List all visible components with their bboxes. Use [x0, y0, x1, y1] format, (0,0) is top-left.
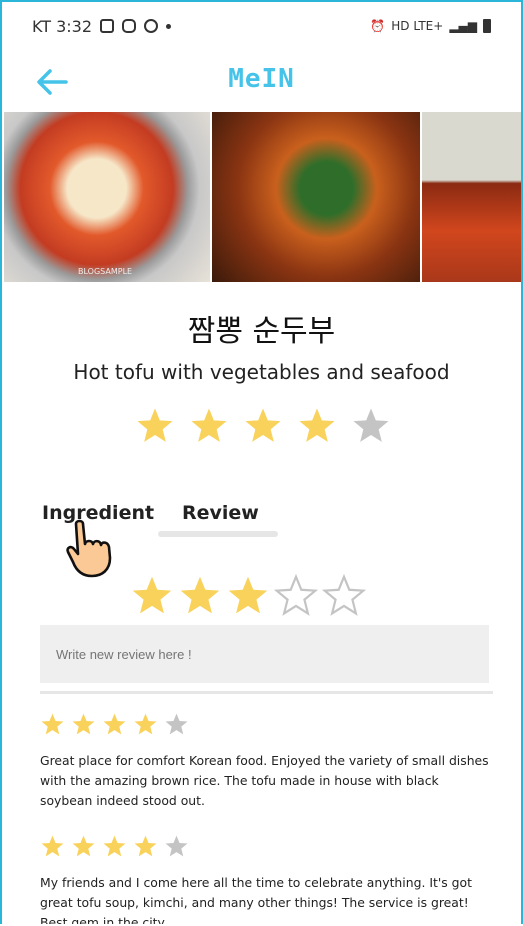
- network-indicator: HD LTE+: [391, 19, 444, 33]
- dish-photo-gallery[interactable]: BLOGSAMPLE: [4, 112, 521, 282]
- star-filled-icon: [103, 835, 126, 857]
- chat-notification-icon: [144, 19, 159, 33]
- dish-photo-3[interactable]: [422, 112, 521, 282]
- dish-description: Hot tofu with vegetables and seafood: [73, 360, 450, 384]
- star-filled-icon: [41, 713, 64, 735]
- signal-icon: ▂▄▆: [449, 19, 477, 33]
- star-empty-icon: [353, 408, 389, 442]
- star-filled-icon: [245, 408, 281, 442]
- star-filled-icon: [134, 835, 157, 857]
- app-title: MeIN: [228, 64, 295, 94]
- star-filled-icon[interactable]: [226, 574, 270, 618]
- star-filled-icon: [72, 835, 95, 857]
- tab-review[interactable]: Review: [182, 502, 259, 524]
- gallery-notification-icon: [100, 19, 115, 33]
- instagram-notification-icon: [122, 19, 137, 33]
- status-right: ⏰ HD LTE+ ▂▄▆: [370, 19, 491, 33]
- new-review-input[interactable]: [40, 625, 489, 683]
- star-filled-icon: [299, 408, 335, 442]
- review-rating: [40, 712, 490, 737]
- review-item: My friends and I come here all the time …: [40, 834, 490, 924]
- review-item: Great place for comfort Korean food. Enj…: [40, 712, 490, 811]
- status-bar: KT 3:32 ⏰ HD LTE+ ▂▄▆: [2, 2, 521, 50]
- star-filled-icon: [134, 713, 157, 735]
- star-empty-icon[interactable]: [274, 574, 318, 618]
- battery-icon: [483, 19, 491, 33]
- star-filled-icon: [103, 713, 126, 735]
- dish-photo-1[interactable]: BLOGSAMPLE: [4, 112, 210, 282]
- star-filled-icon: [137, 408, 173, 442]
- star-filled-icon: [41, 835, 64, 857]
- new-review-rating[interactable]: [130, 574, 366, 618]
- star-empty-icon: [165, 835, 188, 857]
- status-left: KT 3:32: [32, 16, 172, 36]
- app-bar: MeIN: [2, 54, 521, 110]
- review-text: My friends and I come here all the time …: [40, 875, 472, 924]
- carrier-time: KT 3:32: [32, 16, 93, 36]
- star-empty-icon[interactable]: [322, 574, 366, 618]
- star-filled-icon: [191, 408, 227, 442]
- alarm-icon: ⏰: [370, 19, 386, 33]
- tab-review-underline: [158, 531, 278, 537]
- dish-rating: [135, 406, 391, 446]
- star-empty-icon: [165, 713, 188, 735]
- star-filled-icon[interactable]: [178, 574, 222, 618]
- star-filled-icon[interactable]: [130, 574, 174, 618]
- review-rating: [40, 834, 490, 859]
- pointing-hand-icon: [66, 519, 112, 578]
- review-divider: [40, 691, 493, 694]
- app-frame: KT 3:32 ⏰ HD LTE+ ▂▄▆ MeIN BLOGSAMPLE 짬뽕…: [0, 0, 523, 924]
- review-text: Great place for comfort Korean food. Enj…: [40, 753, 489, 808]
- dish-photo-2[interactable]: [212, 112, 420, 282]
- dish-name: 짬뽕 순두부: [187, 314, 336, 349]
- more-notifications-icon: [166, 23, 172, 29]
- photo-watermark: BLOGSAMPLE: [78, 267, 133, 276]
- star-filled-icon: [72, 713, 95, 735]
